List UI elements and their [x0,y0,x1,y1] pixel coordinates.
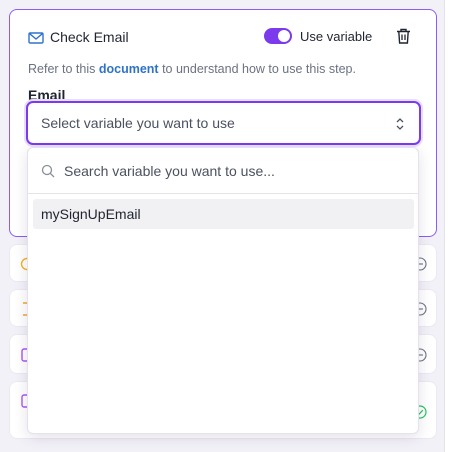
document-link[interactable]: document [99,62,159,76]
dropdown-option[interactable]: mySignUpEmail [33,199,414,229]
use-variable-label: Use variable [300,29,373,44]
dropdown-search [28,148,418,194]
variable-search-input[interactable] [64,158,404,184]
help-text: Refer to this document to understand how… [28,62,356,76]
chevron-up-down-icon [396,118,404,130]
step-title: Check Email [50,29,129,45]
variable-dropdown: mySignUpEmail [27,147,419,434]
search-icon [41,164,55,178]
help-suffix: to understand how to use this step. [158,62,356,76]
trash-icon[interactable] [396,28,411,44]
use-variable-toggle[interactable] [264,28,292,44]
mail-icon [28,32,44,44]
toggle-knob [278,30,290,42]
scrollbar[interactable] [444,0,451,452]
select-placeholder: Select variable you want to use [41,115,235,131]
email-variable-select[interactable]: Select variable you want to use [26,101,421,145]
step-header: Check Email Use variable [28,28,416,52]
help-prefix: Refer to this [28,62,99,76]
option-label: mySignUpEmail [41,206,141,222]
